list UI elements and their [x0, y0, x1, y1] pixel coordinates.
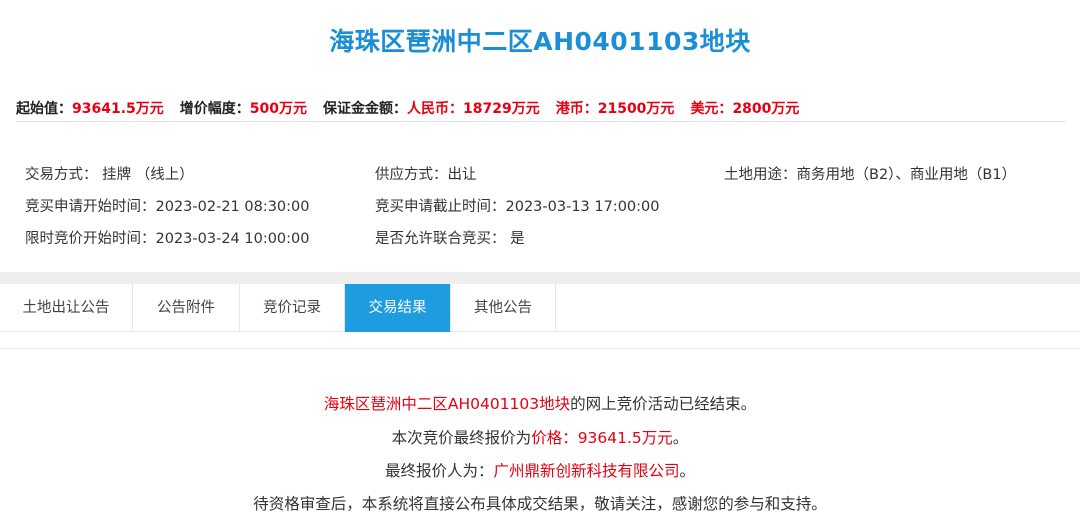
result-line-2: 本次竞价最终报价为价格：93641.5万元。: [0, 426, 1080, 448]
tab-bar: 土地出让公告 公告附件 竞价记录 交易结果 其他公告: [0, 284, 1080, 332]
deposit-rmb-label: 人民币：: [407, 101, 463, 117]
tab-other-announcements[interactable]: 其他公告: [451, 284, 556, 332]
deposit-hkd-value: 21500万元: [597, 101, 675, 117]
tab-bid-records[interactable]: 竞价记录: [240, 284, 345, 332]
deposit-usd-label: 美元：: [690, 101, 733, 117]
result-plot-name: 海珠区琶洲中二区AH0401103地块: [323, 395, 571, 413]
content-divider: [0, 348, 1080, 349]
result-line-2-prefix: 本次竞价最终报价为: [391, 429, 532, 447]
apply-end-time: 竞买申请截止时间：2023-03-13 17:00:00: [375, 199, 660, 215]
result-line-3: 最终报价人为：广州鼎新创新科技有限公司。: [0, 459, 1080, 481]
apply-start-time: 竞买申请开始时间：2023-02-21 08:30:00: [25, 199, 310, 215]
result-line-4: 待资格审查后，本系统将直接公布具体成交结果，敬请关注，感谢您的参与和支持。: [253, 495, 827, 513]
increment-label: 增价幅度：: [179, 101, 250, 117]
tab-announcement-attachments[interactable]: 公告附件: [133, 284, 240, 332]
land-use: 土地用途：商务用地（B2）、商业用地（B1）: [724, 167, 1017, 183]
tab-land-announcement[interactable]: 土地出让公告: [0, 284, 133, 332]
increment-value: 500万元: [249, 101, 307, 117]
deposit-usd-value: 2800万元: [732, 101, 800, 117]
deposit-label: 保证金金额：: [323, 101, 407, 117]
result-line-3-suffix: 。: [679, 462, 696, 480]
result-line-1-text: 的网上竞价活动已经结束。: [570, 395, 757, 413]
price-summary-row: 起始值：93641.5万元 增价幅度：500万元 保证金金额：人民币：18729万元…: [16, 98, 1066, 122]
trade-method: 交易方式： 挂牌 （线上）: [25, 167, 194, 183]
winning-bidder: 广州鼎新创新科技有限公司: [493, 462, 680, 480]
joint-bid-allowed: 是否允许联合竞买： 是: [375, 231, 525, 247]
start-price-label: 起始值：: [16, 101, 72, 117]
page-title: 海珠区琶洲中二区AH0401103地块: [329, 27, 751, 56]
deposit-rmb-value: 18729万元: [463, 101, 540, 117]
final-price: 价格：93641.5万元: [531, 429, 673, 447]
result-line-3-prefix: 最终报价人为：: [384, 462, 494, 480]
deposit-hkd-label: 港币：: [555, 101, 598, 117]
result-line-1: 海珠区琶洲中二区AH0401103地块的网上竞价活动已经结束。: [0, 392, 1080, 414]
section-divider-band: [0, 272, 1080, 284]
result-line-2-suffix: 。: [672, 429, 689, 447]
start-price-value: 93641.5万元: [72, 101, 164, 117]
bid-start-time: 限时竞价开始时间：2023-03-24 10:00:00: [25, 231, 310, 247]
tab-trade-result[interactable]: 交易结果: [345, 284, 451, 332]
supply-method: 供应方式：出让: [375, 167, 477, 183]
